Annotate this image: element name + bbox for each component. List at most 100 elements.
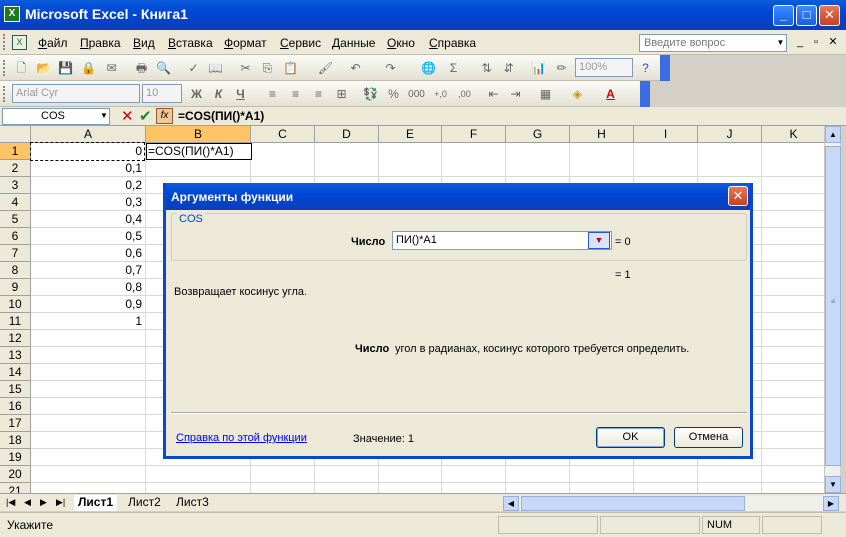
cell-a11[interactable]: 1 [31, 313, 144, 330]
row-header-10[interactable]: 10 [0, 296, 31, 313]
toolbar-grip[interactable] [3, 60, 5, 76]
name-box[interactable]: COS [2, 108, 110, 125]
row-header-2[interactable]: 2 [0, 160, 31, 177]
dialog-close-button[interactable]: ✕ [728, 186, 748, 206]
minimize-button[interactable]: _ [773, 5, 794, 26]
cell-a6[interactable]: 0,5 [31, 228, 144, 245]
column-header-k[interactable]: K [762, 126, 824, 143]
row-header-4[interactable]: 4 [0, 194, 31, 211]
column-header-b[interactable]: B [146, 126, 251, 143]
sort-descending-icon[interactable]: ⇵ [500, 60, 517, 77]
column-header-g[interactable]: G [506, 126, 570, 143]
menu-window[interactable]: Окно [387, 36, 415, 50]
function-help-link[interactable]: Справка по этой функции [176, 432, 307, 444]
collapse-dialog-icon[interactable]: ▼ [588, 232, 610, 249]
column-header-i[interactable]: I [634, 126, 698, 143]
undo-icon[interactable]: ↶ [347, 60, 364, 77]
paste-icon[interactable]: 📋 [282, 60, 299, 77]
row-header-14[interactable]: 14 [0, 364, 31, 381]
align-center-icon[interactable]: ≡ [287, 86, 304, 103]
next-sheet-button[interactable]: ▶ [40, 497, 47, 508]
currency-icon[interactable]: 💱 [362, 86, 379, 103]
research-icon[interactable]: 📖 [207, 60, 224, 77]
italic-button[interactable]: К [210, 86, 227, 103]
fill-color-icon[interactable]: ◈ [569, 86, 586, 103]
row-header-17[interactable]: 17 [0, 415, 31, 432]
cell-b1-editor[interactable]: =COS(ПИ()*A1) [146, 143, 252, 160]
cell-a1[interactable]: 0 [30, 142, 145, 161]
cell-a2[interactable]: 0,1 [31, 160, 144, 177]
print-icon[interactable]: 🖶 [133, 60, 150, 77]
column-header-h[interactable]: H [570, 126, 634, 143]
align-left-icon[interactable]: ≡ [264, 86, 281, 103]
row-header-20[interactable]: 20 [0, 466, 31, 483]
ask-question-input[interactable]: Введите вопрос [639, 34, 787, 52]
bold-button[interactable]: Ж [188, 86, 205, 103]
workbook-restore-button[interactable]: ▫ [809, 35, 823, 49]
excel-app-icon[interactable]: X [4, 6, 20, 22]
font-size-select[interactable]: 10 [142, 84, 182, 103]
menu-tools[interactable]: Сервис [280, 36, 321, 50]
column-header-e[interactable]: E [379, 126, 442, 143]
column-header-d[interactable]: D [315, 126, 379, 143]
row-header-21[interactable]: 21 [0, 483, 31, 493]
menu-help[interactable]: Справка [429, 36, 476, 50]
workbook-close-button[interactable]: ✕ [826, 35, 840, 49]
toolbar-options-icon[interactable] [640, 81, 650, 107]
row-header-19[interactable]: 19 [0, 449, 31, 466]
print-preview-icon[interactable]: 🔍 [155, 60, 172, 77]
insert-function-button[interactable]: fx [156, 108, 173, 124]
column-header-f[interactable]: F [442, 126, 506, 143]
menubar-grip[interactable] [3, 34, 7, 50]
toolbar-options-icon[interactable] [660, 55, 670, 81]
scroll-left-button[interactable]: ◀ [503, 496, 519, 511]
formula-input[interactable]: =COS(ПИ()*A1) [178, 109, 264, 123]
chevron-down-icon[interactable]: ▼ [775, 35, 786, 51]
increase-decimal-button[interactable]: +,0 [432, 86, 449, 103]
increase-indent-icon[interactable]: ⇥ [507, 86, 524, 103]
workbook-icon[interactable]: X [12, 35, 27, 50]
decrease-decimal-button[interactable]: ,00 [456, 86, 473, 103]
menu-view[interactable]: Вид [133, 36, 155, 50]
cell-a9[interactable]: 0,8 [31, 279, 144, 296]
dialog-title[interactable]: Аргументы функции [166, 183, 750, 210]
enter-icon[interactable]: ✔ [139, 107, 152, 125]
close-button[interactable]: ✕ [819, 5, 840, 26]
vertical-scroll-thumb[interactable]: ≡ [825, 146, 841, 466]
sort-ascending-icon[interactable]: ⇅ [478, 60, 495, 77]
cut-icon[interactable]: ✂ [237, 60, 254, 77]
menu-file[interactable]: Файл [38, 36, 68, 50]
cell-a3[interactable]: 0,2 [31, 177, 144, 194]
permission-icon[interactable]: 🔒 [80, 60, 97, 77]
menu-format[interactable]: Формат [224, 36, 267, 50]
cell-a5[interactable]: 0,4 [31, 211, 144, 228]
horizontal-scrollbar[interactable]: ◀ ▶ [503, 496, 839, 511]
autosum-icon[interactable]: Σ [445, 60, 462, 77]
sheet-tab-3[interactable]: Лист3 [172, 495, 213, 511]
row-header-6[interactable]: 6 [0, 228, 31, 245]
menu-insert[interactable]: Вставка [168, 36, 213, 50]
prev-sheet-button[interactable]: ◀ [24, 497, 31, 508]
underline-button[interactable]: Ч [232, 86, 249, 103]
hyperlink-icon[interactable]: 🌐 [420, 60, 437, 77]
chart-wizard-icon[interactable]: 📊 [530, 60, 547, 77]
menu-edit[interactable]: Правка [80, 36, 121, 50]
font-color-button[interactable]: A [602, 86, 619, 103]
help-icon[interactable]: ? [637, 60, 654, 77]
row-header-12[interactable]: 12 [0, 330, 31, 347]
toolbar-grip[interactable] [3, 86, 5, 102]
cancel-button[interactable]: Отмена [674, 427, 743, 448]
scroll-right-button[interactable]: ▶ [823, 496, 839, 511]
vertical-scrollbar[interactable]: ▲ ≡ ▼ [824, 126, 841, 493]
scroll-up-button[interactable]: ▲ [825, 126, 841, 143]
align-right-icon[interactable]: ≡ [310, 86, 327, 103]
font-name-select[interactable]: Arial Cyr [12, 84, 140, 103]
column-header-j[interactable]: J [698, 126, 762, 143]
sheet-tab-2[interactable]: Лист2 [124, 495, 165, 511]
save-icon[interactable]: 💾 [57, 60, 74, 77]
cell-a7[interactable]: 0,6 [31, 245, 144, 262]
merge-center-icon[interactable]: ⊞ [333, 86, 350, 103]
chevron-down-icon[interactable]: ▼ [100, 111, 108, 120]
row-header-15[interactable]: 15 [0, 381, 31, 398]
sheet-tab-1[interactable]: Лист1 [74, 495, 118, 511]
